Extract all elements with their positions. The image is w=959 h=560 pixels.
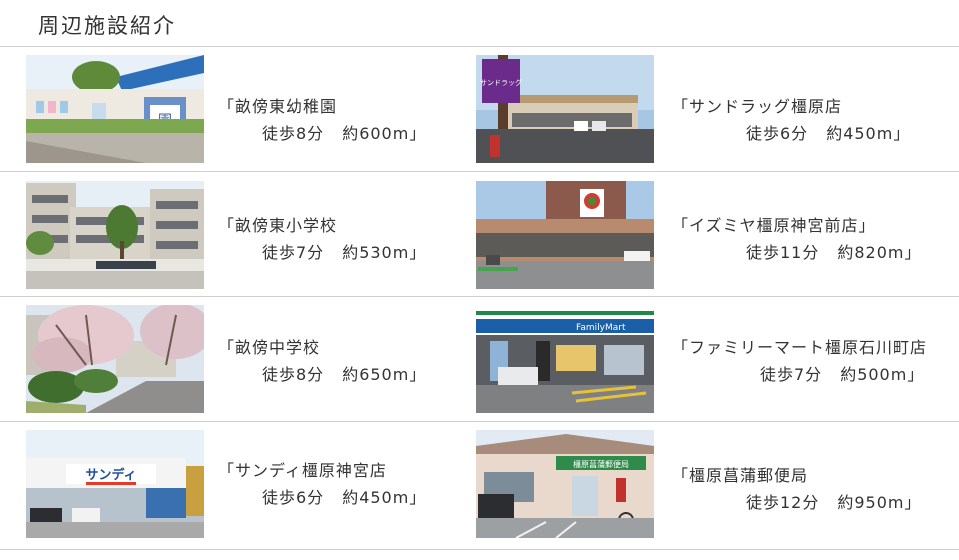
facility-label: 「橿原菖蒲郵便局 徒歩12分 約950m」 (672, 462, 922, 516)
sundrug-photo: サンドラッグ (476, 55, 654, 163)
post-office-sign: 橿原菖蒲郵便局 (573, 459, 629, 469)
kindergarten-photo: 園 (26, 55, 204, 163)
facility-name: 「畝傍中学校 (218, 338, 321, 357)
divider (0, 421, 959, 422)
sandi-photo: サンディ (26, 430, 204, 538)
facility-label: 「イズミヤ橿原神宮前店」 徒歩11分 約820m」 (672, 212, 922, 266)
izumiya-photo (476, 181, 654, 289)
facility-name: 「サンディ橿原神宮店 (218, 461, 387, 480)
facility-distance: 約450m」 (342, 488, 427, 507)
sandi-sign: サンディ (85, 467, 136, 483)
facility-walk: 徒歩7分 (760, 365, 823, 384)
facility-name: 「畝傍東幼稚園 (218, 97, 338, 116)
facility-distance: 約650m」 (342, 365, 427, 384)
facility-label: 「ファミリーマート橿原石川町店 徒歩7分 約500m」 (672, 334, 927, 388)
divider (0, 296, 959, 297)
facility-walk: 徒歩8分 (262, 365, 325, 384)
facility-walk: 徒歩11分 (746, 243, 820, 262)
facility-walk: 徒歩8分 (262, 124, 325, 143)
facility-distance: 約450m」 (826, 124, 911, 143)
facility-distance: 約950m」 (837, 493, 922, 512)
facility-name: 「サンドラッグ橿原店 (672, 97, 843, 116)
familymart-sign: FamilyMart (576, 323, 626, 333)
facility-distance: 約600m」 (342, 124, 427, 143)
junior-high-school-photo (26, 305, 204, 413)
facility-distance: 約820m」 (837, 243, 922, 262)
facility-walk: 徒歩6分 (262, 488, 325, 507)
facility-walk: 徒歩6分 (746, 124, 809, 143)
divider (0, 171, 959, 172)
facility-label: 「サンディ橿原神宮店 徒歩6分 約450m」 (218, 457, 426, 511)
facility-distance: 約500m」 (840, 365, 925, 384)
facility-label: 「サンドラッグ橿原店 徒歩6分 約450m」 (672, 93, 910, 147)
divider (0, 549, 959, 550)
facility-name: 「橿原菖蒲郵便局 (672, 466, 809, 485)
page-title: 周辺施設紹介 (38, 14, 176, 38)
facility-label: 「畝傍東小学校 徒歩7分 約530m」 (218, 212, 426, 266)
facility-name: 「畝傍東小学校 (218, 216, 338, 235)
post-office-photo: 橿原菖蒲郵便局 (476, 430, 654, 538)
divider (0, 46, 959, 47)
elementary-school-photo (26, 181, 204, 289)
facility-distance: 約530m」 (342, 243, 427, 262)
facility-name: 「イズミヤ橿原神宮前店」 (672, 216, 876, 235)
facility-name: 「ファミリーマート橿原石川町店 (672, 338, 928, 357)
familymart-photo: FamilyMart (476, 305, 654, 413)
facility-walk: 徒歩12分 (746, 493, 820, 512)
facility-walk: 徒歩7分 (262, 243, 325, 262)
facility-label: 「畝傍東幼稚園 徒歩8分 約600m」 (218, 93, 426, 147)
facility-label: 「畝傍中学校 徒歩8分 約650m」 (218, 334, 426, 388)
sundrug-sign: サンドラッグ (480, 78, 522, 87)
